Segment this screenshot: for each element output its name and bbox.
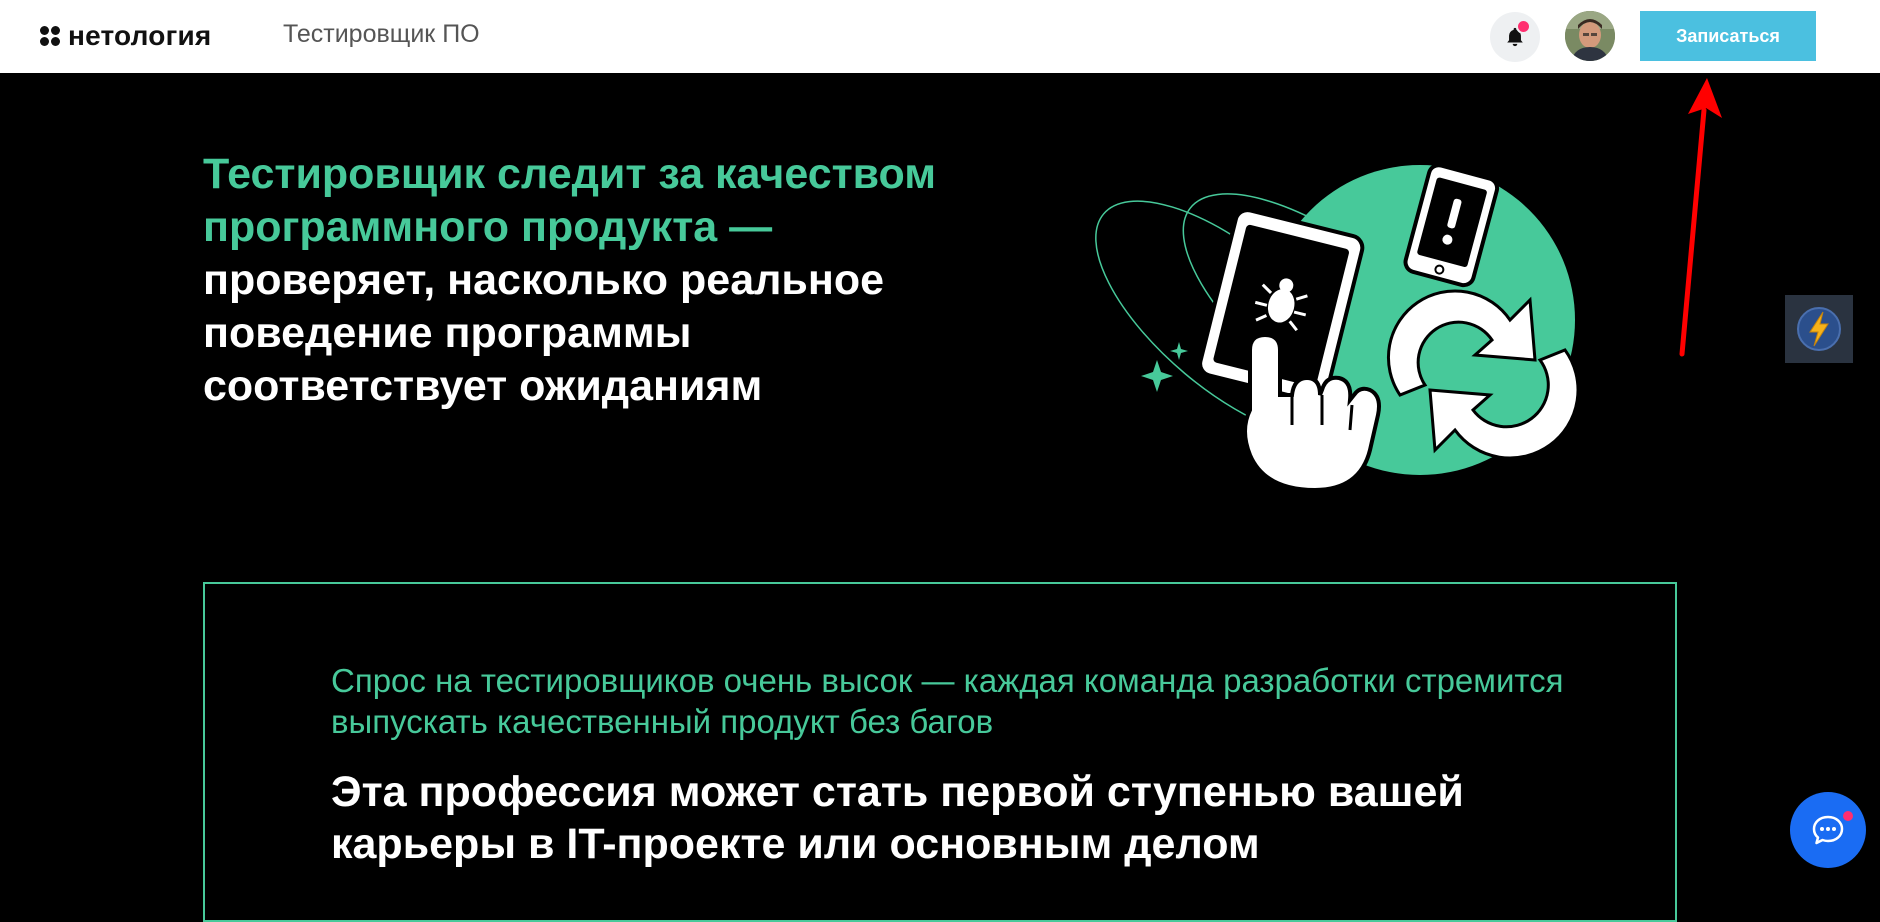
sparkle-icon [1141,360,1173,392]
hero-heading: Тестировщик следит за качеством программ… [203,148,963,413]
chat-button[interactable] [1790,792,1866,868]
chat-icon [1812,815,1844,845]
logo-text: нетология [68,20,212,51]
hero-heading-rest: проверяет, насколько реальное поведение … [203,256,885,410]
user-avatar-image [1565,11,1615,61]
avatar[interactable] [1565,11,1615,61]
notifications-button[interactable] [1490,12,1540,62]
info-main-text: Эта профессия может стать первой ступень… [331,768,1464,868]
tester-illustration [1095,163,1580,490]
side-widget[interactable] [1785,295,1853,363]
hero-heading-accent: Тестировщик следит за качеством программ… [203,150,937,251]
notification-badge [1516,19,1531,34]
chat-badge [1843,811,1853,821]
logo[interactable]: нетология [40,18,211,54]
logo-icon [40,26,60,46]
info-lead-text: Спрос на тестировщиков очень высок — каж… [331,662,1564,740]
red-annotation-arrow [1679,78,1722,357]
course-title[interactable]: Тестировщик ПО [283,20,480,49]
info-box: Спрос на тестировщиков очень высок — каж… [203,582,1677,922]
top-header: нетология Тестировщик ПО Записаться [0,0,1880,73]
lightning-icon [1797,307,1841,351]
signup-button[interactable]: Записаться [1640,11,1816,61]
